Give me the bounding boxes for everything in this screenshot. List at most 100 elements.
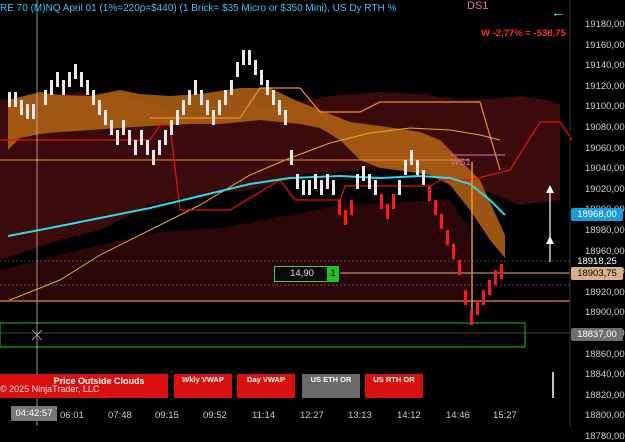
renko-brick xyxy=(314,174,317,189)
x-tick-label: 06:01 xyxy=(60,410,84,421)
renko-brick xyxy=(266,80,269,95)
y-tick-label: 18900,00 xyxy=(585,307,625,319)
renko-brick xyxy=(326,174,329,189)
price-tag: 18903,75 xyxy=(571,267,623,280)
renko-brick xyxy=(260,70,263,85)
renko-brick xyxy=(476,300,479,315)
renko-brick xyxy=(110,120,113,135)
renko-brick xyxy=(86,80,89,95)
renko-brick xyxy=(68,72,71,87)
toolbar-button[interactable]: Day VWAP xyxy=(237,374,295,398)
renko-brick xyxy=(62,80,65,95)
x-tick-label: 09:15 xyxy=(155,410,179,421)
x-tick-label: 09:52 xyxy=(203,410,227,421)
renko-brick xyxy=(458,260,461,275)
x-tick-label: 12:27 xyxy=(300,410,324,421)
renko-brick xyxy=(452,244,455,259)
renko-brick xyxy=(224,90,227,105)
renko-brick xyxy=(290,150,293,165)
renko-brick xyxy=(200,90,203,105)
renko-brick xyxy=(254,60,257,75)
y-tick-label: 18820,00 xyxy=(585,389,625,401)
renko-brick xyxy=(332,180,335,195)
back-arrow-icon[interactable]: ← xyxy=(551,4,566,21)
renko-brick xyxy=(428,186,431,201)
renko-brick xyxy=(434,200,437,215)
renko-brick xyxy=(116,130,119,145)
renko-brick xyxy=(362,166,365,181)
current-time: 04:42:57 xyxy=(11,406,57,421)
renko-brick xyxy=(380,194,383,209)
renko-brick xyxy=(44,90,47,105)
renko-brick xyxy=(212,110,215,125)
price-chart[interactable] xyxy=(0,0,625,426)
y-tick-label: 18920,00 xyxy=(585,286,625,298)
y-tick-label: 19100,00 xyxy=(585,101,625,113)
renko-brick xyxy=(302,180,305,195)
renko-brick xyxy=(248,50,251,65)
renko-brick xyxy=(80,72,83,87)
chart-title: RE 70 (M)NQ April 01 (1%=220p=$440) (1 B… xyxy=(0,3,397,14)
y-tick-label: 19160,00 xyxy=(585,39,625,51)
renko-brick xyxy=(230,80,233,95)
price-tag: 18837,00 xyxy=(571,328,623,341)
y-tick-label: 19120,00 xyxy=(585,80,625,92)
x-tick-label: 14:12 xyxy=(397,410,421,421)
renko-brick xyxy=(272,90,275,105)
renko-brick xyxy=(416,160,419,175)
y-tick-label: 19040,00 xyxy=(585,163,625,175)
y-tick-label: 18860,00 xyxy=(585,348,625,360)
toolbar-button[interactable]: US RTH OR xyxy=(365,374,423,398)
x-tick-label: 14:46 xyxy=(446,410,470,421)
x-tick-label: 11:14 xyxy=(252,410,276,421)
renko-brick xyxy=(440,214,443,229)
toolbar-button[interactable]: US ETH OR xyxy=(302,374,360,398)
renko-brick xyxy=(296,174,299,189)
renko-brick xyxy=(422,170,425,185)
y-tick-label: 18840,00 xyxy=(585,369,625,381)
renko-brick xyxy=(56,72,59,87)
y-tick-label: 19180,00 xyxy=(585,19,625,30)
renko-brick xyxy=(482,290,485,305)
renko-brick xyxy=(284,110,287,125)
renko-brick xyxy=(26,104,29,119)
ds-label: DS1 xyxy=(467,0,489,12)
renko-brick xyxy=(182,100,185,115)
renko-brick xyxy=(410,150,413,165)
y-tick-label: 19140,00 xyxy=(585,60,625,72)
copyright: © 2025 NinjaTrader, LLC xyxy=(0,384,100,394)
x-tick-label: 07:48 xyxy=(108,410,132,421)
renko-brick xyxy=(278,100,281,115)
renko-brick xyxy=(140,130,143,145)
renko-brick xyxy=(308,180,311,195)
renko-brick xyxy=(152,150,155,165)
y-tick-label: 19080,00 xyxy=(585,122,625,133)
renko-brick xyxy=(470,310,473,325)
renko-brick xyxy=(170,120,173,135)
renko-brick xyxy=(194,80,197,95)
renko-brick xyxy=(500,264,503,279)
ws-label: WS1 xyxy=(451,157,471,167)
renko-brick xyxy=(50,80,53,95)
value-box: 14,90 xyxy=(274,266,330,282)
renko-brick xyxy=(242,50,245,65)
renko-brick xyxy=(236,62,239,77)
y-tick-label: 18980,00 xyxy=(585,225,625,236)
renko-brick xyxy=(350,200,353,215)
toolbar-button[interactable]: Wkly VWAP xyxy=(174,374,232,398)
renko-brick xyxy=(386,204,389,219)
renko-brick xyxy=(356,174,359,189)
renko-brick xyxy=(8,92,11,107)
renko-brick xyxy=(122,120,125,135)
renko-brick xyxy=(392,194,395,209)
renko-brick xyxy=(176,110,179,125)
renko-brick xyxy=(218,100,221,115)
renko-brick xyxy=(104,110,107,125)
renko-brick xyxy=(404,160,407,175)
renko-brick xyxy=(158,140,161,155)
renko-brick xyxy=(92,90,95,105)
renko-brick xyxy=(164,130,167,145)
x-tick-label: 13:13 xyxy=(348,410,372,421)
renko-brick xyxy=(128,130,131,145)
renko-brick xyxy=(398,180,401,195)
